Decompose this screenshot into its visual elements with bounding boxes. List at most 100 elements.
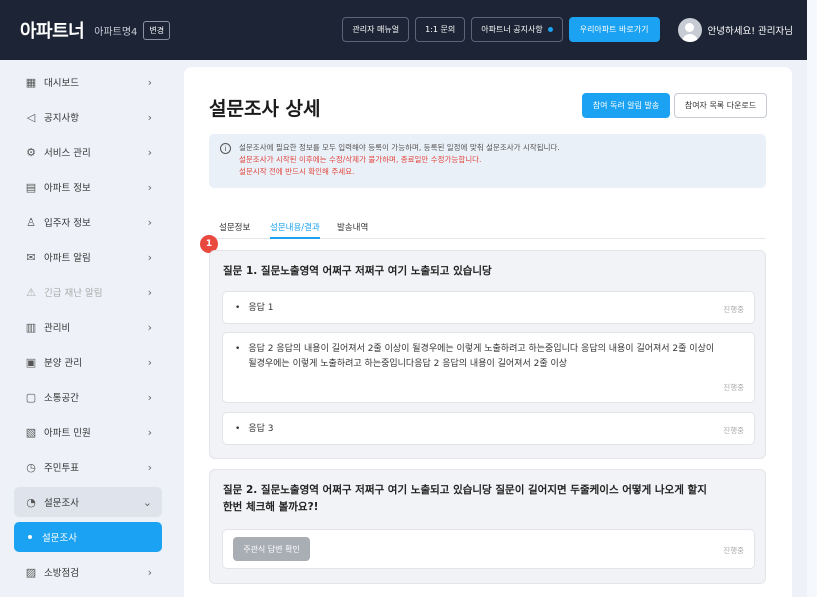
sidebar-item-service[interactable]: ⚙ 서비스 관리 › [14, 137, 162, 167]
building-icon: ▤ [25, 180, 37, 194]
notice-button-label: 아파트너 공지사항 [481, 25, 543, 34]
top-header: 아파트너 아파트명4 변경 관리자 매뉴얼 1:1 문의 아파트너 공지사항 우… [0, 0, 807, 60]
alert-icon: ⚠ [26, 285, 36, 299]
apartment-name: 아파트명4 [94, 26, 138, 38]
user-menu[interactable]: 안녕하세요! 관리자님 [677, 17, 794, 42]
sidebar-item-fee[interactable]: ▥ 관리비 › [14, 312, 162, 342]
chevron-right-icon: › [147, 320, 152, 334]
question-title-line: 질문 2. 질문노출영역 어쩌구 저쩌구 여기 노출되고 있습니당 질문이 길어… [223, 484, 707, 496]
sidebar-item-apt-info[interactable]: ▤ 아파트 정보 › [14, 172, 162, 202]
fire-icon: ▨ [25, 565, 37, 579]
answer-item: • 응답 1 진행중 [222, 291, 755, 324]
app-logo[interactable]: 아파트너 [20, 17, 85, 43]
header-actions: 관리자 매뉴얼 1:1 문의 아파트너 공지사항 우리아파트 바로가기 안녕하세… [342, 17, 793, 42]
calendar-icon: ▣ [25, 355, 37, 369]
status-badge: 진행중 [723, 383, 744, 392]
survey-icon: ◔ [26, 495, 36, 509]
megaphone-icon: ◁ [26, 110, 36, 124]
page-title: 설문조사 상세 [209, 98, 321, 120]
answer-label: 응답 1 [248, 303, 274, 313]
chevron-right-icon: › [147, 180, 152, 194]
answer-label: 응답 3 [248, 424, 274, 434]
info-line: 설문조사에 필요한 정보를 모두 입력해야 등록이 가능하며, 등록된 일정에 … [239, 143, 560, 152]
inquiry-button[interactable]: 1:1 문의 [415, 17, 466, 42]
sidebar-item-label: 서비스 관리 [44, 148, 91, 159]
sidebar-item-vote[interactable]: ◷ 주민투표 › [14, 452, 162, 482]
sidebar-subitem-survey[interactable]: 설문조사 [14, 522, 162, 552]
scrollbar-track[interactable] [807, 0, 817, 597]
info-icon: i [220, 143, 231, 154]
chevron-right-icon: › [147, 425, 152, 439]
dashboard-icon: ▦ [25, 75, 37, 89]
chat-icon: ▢ [25, 390, 37, 404]
sidebar-item-label: 아파트 정보 [44, 183, 91, 194]
notice-button[interactable]: 아파트너 공지사항 [471, 17, 563, 42]
tab-bar: 설문정보 설문내용/결과 발송내역 [209, 217, 766, 239]
status-badge: 진행중 [723, 426, 744, 435]
sidebar-item-label: 소방점검 [44, 568, 79, 579]
sidebar-item-complaint[interactable]: ▧ 아파트 민원 › [14, 417, 162, 447]
answer-item: • 응답 3 진행중 [222, 412, 755, 445]
download-participants-button[interactable]: 참여자 목록 다운로드 [674, 93, 767, 118]
status-badge: 진행중 [723, 305, 744, 314]
chevron-right-icon: › [147, 460, 152, 474]
chevron-down-icon: ⌄ [142, 495, 152, 509]
new-indicator-dot [547, 27, 553, 32]
sidebar-item-community[interactable]: ▢ 소통공간 › [14, 382, 162, 412]
sidebar-item-label: 주민투표 [44, 463, 79, 474]
sidebar-item-label: 대시보드 [44, 78, 79, 89]
chevron-right-icon: › [147, 355, 152, 369]
admin-manual-button[interactable]: 관리자 매뉴얼 [342, 17, 410, 42]
complaint-icon: ▧ [25, 425, 37, 439]
chevron-right-icon: › [147, 215, 152, 229]
chevron-right-icon: › [147, 285, 152, 299]
gear-icon: ⚙ [26, 145, 36, 159]
answer-text: • 응답 3 [235, 422, 724, 437]
sidebar: ▦ 대시보드 › ◁ 공지사항 › ⚙ 서비스 관리 › ▤ 아파트 정보 › … [0, 60, 172, 597]
sidebar-item-label: 입주자 정보 [44, 218, 91, 229]
question-title-line: 한번 체크해 볼까요?! [223, 501, 319, 513]
info-warning-line: 설문시작 전에 반드시 확인해 주세요. [239, 167, 355, 176]
send-reminder-button[interactable]: 참여 독려 알림 발송 [582, 93, 670, 118]
sidebar-item-label: 공지사항 [44, 113, 79, 124]
tab-send-history[interactable]: 발송내역 [337, 221, 368, 239]
tab-survey-info[interactable]: 설문정보 [219, 221, 250, 239]
sidebar-item-survey[interactable]: ◔ 설문조사 ⌄ [14, 487, 162, 517]
chevron-right-icon: › [147, 75, 152, 89]
question-title: 질문 2. 질문노출영역 어쩌구 저쩌구 여기 노출되고 있습니당 질문이 길어… [223, 482, 707, 516]
sidebar-item-label: 분양 관리 [44, 358, 82, 369]
info-notice: i 설문조사에 필요한 정보를 모두 입력해야 등록이 가능하며, 등록된 일정… [209, 134, 766, 188]
chevron-right-icon: › [147, 565, 152, 579]
sidebar-item-label: 아파트 알림 [44, 253, 91, 264]
avatar-icon [677, 17, 702, 42]
chevron-right-icon: › [147, 390, 152, 404]
person-icon: ♙ [26, 215, 36, 229]
change-apartment-button[interactable]: 변경 [143, 20, 171, 40]
bullet-icon [28, 535, 32, 539]
question-card: 질문 2. 질문노출영역 어쩌구 저쩌구 여기 노출되고 있습니당 질문이 길어… [209, 469, 766, 584]
sidebar-item-label: 관리비 [44, 323, 71, 334]
sidebar-item-fire-check[interactable]: ▨ 소방점검 › [14, 557, 162, 587]
question-title: 질문 1. 질문노출영역 어쩌구 저쩌구 여기 노출되고 있습니당 [223, 265, 492, 277]
answer-text: • 응답 2 응답의 내용이 길어져서 2줄 이상이 될경우에는 이렇게 노출하려… [235, 342, 724, 372]
chart-icon: ▥ [25, 320, 37, 334]
main-panel: 설문조사 상세 참여 독려 알림 발송 참여자 목록 다운로드 i 설문조사에 … [184, 67, 792, 597]
sidebar-item-label: 아파트 민원 [44, 428, 91, 439]
sidebar-item-notice[interactable]: ◁ 공지사항 › [14, 102, 162, 132]
sidebar-item-sale[interactable]: ▣ 분양 관리 › [14, 347, 162, 377]
sidebar-item-label: 소통공간 [44, 393, 79, 404]
tab-survey-content[interactable]: 설문내용/결과 [270, 221, 320, 239]
sidebar-item-dashboard[interactable]: ▦ 대시보드 › [14, 67, 162, 97]
chevron-right-icon: › [147, 250, 152, 264]
answer-label: 응답 2 응답의 내용이 길어져서 2줄 이상이 될경우에는 이렇게 노출하려고… [248, 344, 715, 369]
sidebar-item-resident-info[interactable]: ♙ 입주자 정보 › [14, 207, 162, 237]
view-subjective-answers-button[interactable]: 주관식 답변 확인 [233, 537, 310, 561]
greeting-text: 안녕하세요! 관리자님 [707, 25, 794, 37]
go-apartment-button[interactable]: 우리아파트 바로가기 [568, 17, 660, 42]
sidebar-item-label: 설문조사 [44, 498, 79, 509]
question-card: 질문 1. 질문노출영역 어쩌구 저쩌구 여기 노출되고 있습니당 • 응답 1 … [209, 250, 766, 459]
sidebar-item-label: 긴급 재난 알림 [44, 288, 103, 299]
answer-item: • 응답 2 응답의 내용이 길어져서 2줄 이상이 될경우에는 이렇게 노출하려… [222, 332, 755, 403]
chevron-right-icon: › [147, 145, 152, 159]
sidebar-item-apt-alert[interactable]: ✉ 아파트 알림 › [14, 242, 162, 272]
